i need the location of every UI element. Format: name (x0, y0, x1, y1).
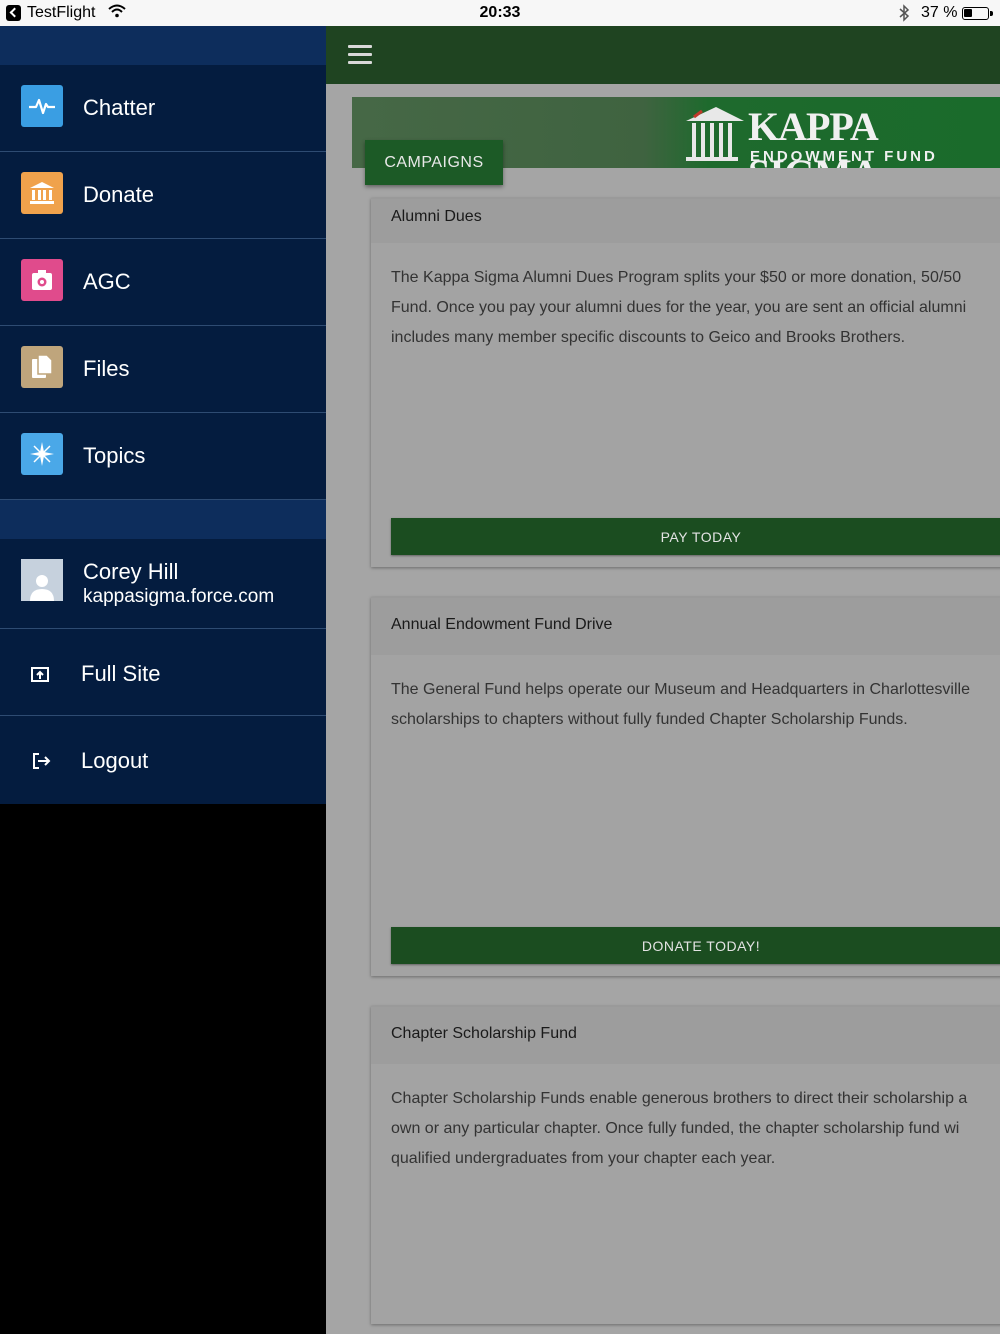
pay-today-button[interactable]: PAY TODAY (391, 518, 1000, 555)
description-line: qualified undergraduates from your chapt… (391, 1150, 776, 1167)
nav-item-agc[interactable]: AGC (0, 239, 326, 326)
banner-subtitle: ENDOWMENT FUND (750, 148, 938, 165)
logout-link[interactable]: Logout (0, 716, 326, 803)
drawer-header (0, 26, 326, 65)
app-bar (326, 26, 1000, 84)
drawer-divider (0, 500, 326, 539)
navigation-drawer: Chatter Donate AGC Files Topics Corey Hi… (0, 26, 326, 804)
nav-label: AGC (83, 269, 131, 294)
donate-today-button[interactable]: DONATE TODAY! (391, 927, 1000, 964)
campaign-card-chapter-scholarship: Chapter Scholarship Fund Chapter Scholar… (371, 1006, 1000, 1324)
card-title: Chapter Scholarship Fund (371, 1007, 1000, 1064)
link-label: Logout (81, 748, 149, 773)
status-bar: TestFlight 20:33 37 % (0, 0, 1000, 26)
nav-item-topics[interactable]: Topics (0, 413, 326, 500)
nav-item-chatter[interactable]: Chatter (0, 65, 326, 152)
topics-icon (21, 433, 63, 475)
description-line: scholarships to chapters without fully f… (391, 711, 908, 728)
clock: 20:33 (479, 4, 521, 21)
description-line: own or any particular chapter. Once full… (391, 1120, 960, 1137)
bank-icon (21, 172, 63, 214)
description-line: Chapter Scholarship Funds enable generou… (391, 1090, 968, 1107)
nav-label: Donate (83, 182, 154, 207)
link-label: Full Site (81, 661, 161, 686)
battery-percent: 37 % (921, 4, 958, 21)
nav-item-donate[interactable]: Donate (0, 152, 326, 239)
full-site-icon (30, 663, 52, 685)
avatar (21, 559, 63, 601)
nav-label: Chatter (83, 95, 156, 120)
card-description: The Kappa Sigma Alumni Dues Program spli… (371, 243, 1000, 353)
campaigns-tab[interactable]: CAMPAIGNS (365, 140, 503, 185)
nav-label: Topics (83, 443, 146, 468)
files-icon (21, 346, 63, 388)
card-description: The General Fund helps operate our Museu… (371, 655, 1000, 735)
full-site-link[interactable]: Full Site (0, 629, 326, 716)
user-domain: kappasigma.force.com (83, 586, 275, 607)
chatter-pulse-icon (21, 85, 63, 127)
bluetooth-icon (898, 4, 910, 27)
campaign-card-alumni-dues: Alumni Dues The Kappa Sigma Alumni Dues … (371, 198, 1000, 567)
card-title: Alumni Dues (371, 199, 1000, 243)
battery-icon (962, 7, 989, 20)
nav-label: Files (83, 356, 130, 381)
description-line: includes many member specific discounts … (391, 329, 906, 346)
user-name: Corey Hill (83, 559, 179, 584)
logout-icon (30, 750, 52, 772)
battery-level (964, 9, 972, 17)
card-description: Chapter Scholarship Funds enable generou… (371, 1064, 1000, 1174)
campaign-card-annual-endowment: Annual Endowment Fund Drive The General … (371, 597, 1000, 976)
card-title: Annual Endowment Fund Drive (371, 598, 1000, 655)
main-content: KAPPA SIGMA ENDOWMENT FUND CAMPAIGNS Alu… (326, 26, 1000, 1334)
battery-tip (990, 11, 993, 16)
camera-icon (21, 259, 63, 301)
user-profile-item[interactable]: Corey Hill kappasigma.force.com (0, 539, 326, 629)
description-line: Fund. Once you pay your alumni dues for … (391, 299, 967, 316)
description-line: The General Fund helps operate our Museu… (391, 681, 970, 698)
menu-icon[interactable] (348, 45, 372, 65)
nav-item-files[interactable]: Files (0, 326, 326, 413)
description-line: The Kappa Sigma Alumni Dues Program spli… (391, 269, 962, 286)
temple-logo-icon (682, 101, 746, 168)
